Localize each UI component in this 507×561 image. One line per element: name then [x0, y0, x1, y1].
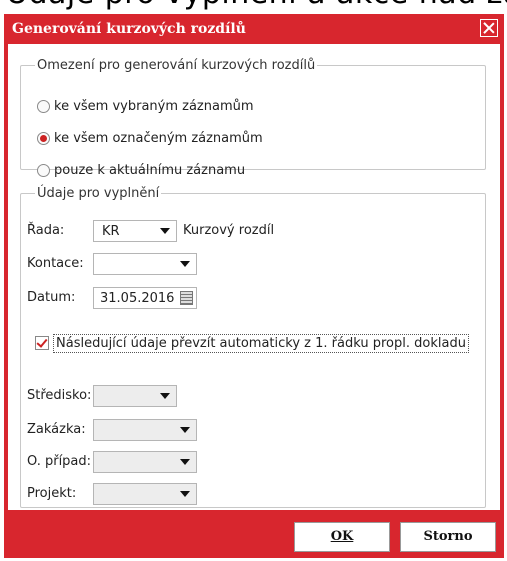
chevron-down-icon — [160, 393, 170, 399]
auto-fill-checkbox-label: Následující údaje převzít automaticky z … — [53, 333, 469, 353]
storno-button[interactable]: Storno — [400, 522, 496, 552]
kontace-select[interactable] — [93, 253, 197, 275]
rada-select[interactable]: KR — [93, 220, 177, 242]
stredisko-label: Středisko: — [27, 388, 92, 403]
restriction-group: Omezení pro generování kurzových rozdílů… — [20, 58, 486, 178]
radio-option-marked-records[interactable]: ke všem označeným záznamům — [37, 131, 263, 146]
dialog-content: Omezení pro generování kurzových rozdílů… — [8, 44, 500, 510]
projekt-label: Projekt: — [27, 486, 77, 501]
projekt-select[interactable] — [93, 483, 197, 505]
radio-label: pouze k aktuálnímu záznamu — [54, 163, 246, 178]
radio-button-selected[interactable] — [37, 132, 50, 145]
auto-fill-checkbox-row[interactable]: Následující údaje převzít automaticky z … — [35, 333, 469, 353]
radio-label: ke všem vybraným záznamům — [54, 99, 254, 114]
radio-option-selected-records[interactable]: ke všem vybraným záznamům — [37, 99, 254, 114]
ok-button-label: OK — [330, 529, 354, 544]
chevron-down-icon — [180, 427, 190, 433]
dialog: Generování kurzových rozdílů Omezení pro… — [4, 14, 504, 558]
pripad-label: O. případ: — [27, 454, 92, 469]
rada-value: KR — [102, 224, 120, 239]
ok-button[interactable]: OK — [294, 522, 390, 552]
chevron-down-icon — [180, 459, 190, 465]
radio-option-current-record[interactable]: pouze k aktuálnímu záznamu — [37, 163, 245, 178]
radio-button[interactable] — [37, 164, 50, 177]
rada-description: Kurzový rozdíl — [183, 223, 275, 238]
datum-input[interactable]: 31.05.2016 — [93, 287, 197, 309]
title-bar[interactable]: Generování kurzových rozdílů — [4, 14, 504, 44]
chevron-down-icon — [180, 491, 190, 497]
restriction-legend: Omezení pro generování kurzových rozdílů — [37, 58, 316, 73]
calendar-icon[interactable] — [180, 291, 193, 305]
radio-label: ke všem označeným záznamům — [54, 131, 263, 146]
chevron-down-icon — [180, 261, 190, 267]
chevron-down-icon — [160, 228, 170, 234]
fill-data-group: Údaje pro vyplnění Řada: KR Kurzový rozd… — [20, 186, 486, 508]
datum-label: Datum: — [27, 290, 76, 305]
pripad-select[interactable] — [93, 451, 197, 473]
kontace-label: Kontace: — [27, 256, 84, 271]
rada-label: Řada: — [27, 223, 65, 238]
zakazka-label: Zakázka: — [27, 422, 86, 437]
auto-fill-checkbox[interactable] — [35, 336, 49, 350]
stredisko-select[interactable] — [93, 385, 177, 407]
zakazka-select[interactable] — [93, 419, 197, 441]
datum-value: 31.05.2016 — [100, 291, 175, 306]
background-text: Údaje pro vyplnění a akce nad záznamy po… — [6, 0, 507, 11]
background-window-text: Údaje pro vyplnění a akce nad záznamy po… — [0, 0, 507, 14]
close-icon[interactable] — [480, 19, 498, 37]
dialog-title: Generování kurzových rozdílů — [12, 21, 246, 37]
fill-data-legend: Údaje pro vyplnění — [37, 186, 160, 201]
radio-button[interactable] — [37, 100, 50, 113]
